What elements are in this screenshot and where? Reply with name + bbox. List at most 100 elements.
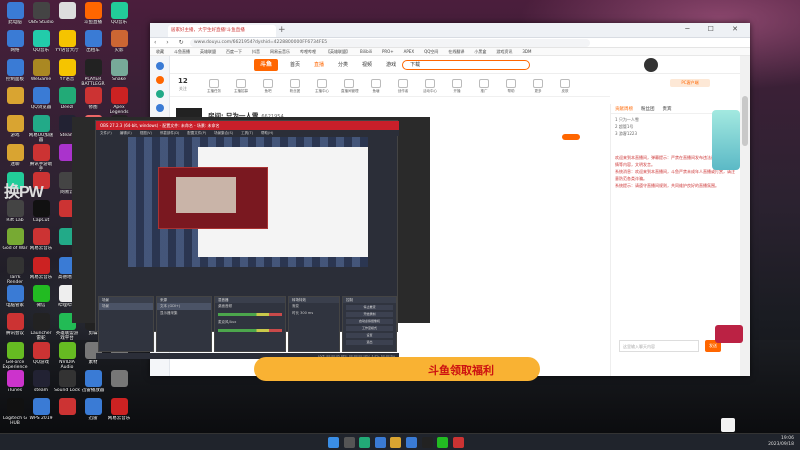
favorite-link[interactable]: 斗鱼直播 — [174, 49, 190, 55]
favorite-link[interactable]: Bilibili — [360, 49, 372, 54]
url-input[interactable]: www.douyu.com/6621954?dyshid=4228800000F… — [190, 39, 590, 47]
feature-item[interactable]: 推广 — [476, 79, 492, 95]
desktop-icon[interactable]: 火影 — [106, 30, 132, 60]
folder-icon[interactable] — [390, 437, 402, 448]
feature-item[interactable]: 开播 — [449, 79, 465, 95]
sidebar-icon[interactable] — [155, 62, 164, 70]
desktop-icon[interactable]: 网易云音乐 — [28, 228, 54, 258]
side-ad-image[interactable] — [712, 110, 740, 170]
desktop-icon[interactable]: Apex Legends — [106, 86, 132, 117]
obs-control-button[interactable]: 设置 — [346, 333, 393, 338]
feature-item[interactable]: 更多 — [530, 79, 546, 95]
desktop-icon[interactable]: 控制面板 — [2, 58, 28, 89]
follow-counter[interactable]: 12 关注 — [178, 77, 188, 93]
obs-icon[interactable] — [421, 437, 433, 448]
obs-menu-item[interactable]: 编辑(E) — [120, 131, 132, 135]
desktop-icon[interactable]: Sound Lock — [54, 369, 80, 400]
desktop-icon[interactable] — [2, 86, 28, 117]
source-item[interactable]: 文本 (GDI+) — [157, 303, 211, 310]
obs-preview[interactable] — [128, 137, 368, 267]
favorite-link[interactable]: 收藏 — [156, 49, 164, 55]
nav-item[interactable]: 视频 — [362, 62, 372, 68]
desktop-icon[interactable]: CapCut — [28, 200, 54, 230]
source-item[interactable]: 显示器采集 — [157, 310, 211, 317]
nav-item[interactable]: 直播 — [314, 62, 324, 68]
desktop-icon[interactable]: 微信 — [28, 285, 54, 315]
desktop-icon[interactable]: Tarrk Render — [2, 256, 28, 287]
desktop-icon[interactable]: 修图 — [80, 86, 106, 117]
desktop-icon[interactable]: God of War — [2, 228, 28, 258]
chat-tab[interactable]: 贡献周榜 — [615, 107, 633, 112]
favorite-link[interactable]: 小黑盒 — [474, 49, 486, 55]
desktop-icon[interactable] — [106, 369, 132, 400]
system-tray[interactable]: 19:06 2023/09/18 — [768, 436, 794, 448]
obs-control-button[interactable]: 启动虚拟摄像机 — [346, 319, 393, 324]
obs-menu-item[interactable]: 帮助(H) — [261, 131, 273, 135]
obs-control-button[interactable]: 开始录制 — [346, 312, 393, 317]
taskbar-app-icon[interactable] — [374, 437, 386, 448]
desktop-icon[interactable]: GeForce Experience — [2, 341, 28, 372]
obs-menu-item[interactable]: 视图(V) — [140, 131, 152, 135]
feature-item[interactable]: 主播招募 — [233, 79, 249, 95]
promo-banner[interactable]: 斗鱼领取福利 — [254, 357, 540, 381]
desktop-icon[interactable]: 此电脑 — [2, 2, 28, 32]
desktop-icon[interactable]: 腾讯会议 — [2, 313, 28, 343]
desktop-icon[interactable]: QQ音乐 — [28, 30, 54, 60]
obs-menu-item[interactable]: 停靠部件(D) — [160, 131, 179, 135]
obs-control-button[interactable]: 停止推流 — [346, 305, 393, 310]
desktop-icon[interactable]: WeGame — [28, 58, 54, 89]
favorite-link[interactable]: 英雄联盟 — [200, 49, 216, 55]
sidebar-icon[interactable] — [155, 90, 164, 98]
desktop-icon[interactable]: 出租车 — [80, 30, 106, 60]
favorite-link[interactable]: 3DM — [522, 49, 531, 54]
scene-item[interactable]: 场景 — [99, 303, 153, 310]
desktop-icon[interactable]: Snake — [106, 58, 132, 89]
desktop-icon[interactable]: OBS Studio — [28, 2, 54, 32]
follow-button[interactable] — [562, 134, 580, 140]
favorite-link[interactable]: 抖音 — [252, 49, 260, 55]
start-icon[interactable] — [328, 437, 339, 448]
desktop-icon[interactable]: 迅雷播放器 — [80, 369, 106, 400]
desktop-icon[interactable] — [54, 398, 80, 428]
desktop-icon[interactable] — [54, 2, 80, 32]
desktop-icon[interactable]: Rift Lab — [2, 200, 28, 230]
desktop-icon[interactable]: Logitech G HUB — [2, 398, 28, 428]
feature-item[interactable]: 鱼塘 — [368, 79, 384, 95]
feature-item[interactable]: 直播间管理 — [341, 79, 359, 95]
feature-item[interactable]: 主播中心 — [314, 79, 330, 95]
feature-item[interactable]: 主播任务 — [206, 79, 222, 95]
pc-client-button[interactable]: PC客户端 — [670, 79, 710, 87]
taskbar-app-icon[interactable] — [359, 437, 371, 448]
obs-control-button[interactable]: 工作室模式 — [346, 326, 393, 331]
desktop-icon[interactable]: iTunes — [2, 369, 28, 400]
taskbar-app-icon[interactable] — [405, 437, 417, 448]
tray-widget[interactable] — [721, 418, 735, 432]
favorite-link[interactable]: 百度一下 — [226, 49, 242, 55]
feature-item[interactable]: 鱼吧 — [260, 79, 276, 95]
user-avatar[interactable] — [644, 58, 658, 72]
favorite-link[interactable]: 【英雄联盟】 — [326, 49, 350, 55]
desktop-icon[interactable]: 网易UU加速器 — [28, 115, 54, 145]
favorite-link[interactable]: 网易云音乐 — [270, 49, 290, 55]
favorite-link[interactable]: 游戏资讯 — [496, 49, 512, 55]
sidebar-icon[interactable] — [155, 76, 164, 84]
desktop-icon[interactable]: Deezl — [54, 86, 80, 117]
desktop-icon[interactable]: 网络 — [2, 30, 28, 60]
desktop-icon[interactable]: 斗鱼直播 — [80, 2, 106, 32]
desktop-icon[interactable]: WPS 2019 — [28, 398, 54, 428]
douyu-logo[interactable]: 斗鱼 — [254, 59, 278, 71]
feature-item[interactable]: 创作者 — [395, 79, 411, 95]
obs-menu-item[interactable]: 配置文件(P) — [187, 131, 206, 135]
desktop-icon[interactable]: YY语音大厅 — [54, 30, 80, 60]
obs-menu-item[interactable]: 工具(T) — [241, 131, 253, 135]
favorite-link[interactable]: QQ空间 — [424, 49, 438, 55]
favorite-link[interactable]: PRO+ — [382, 49, 394, 54]
scrollbar-thumb[interactable] — [742, 96, 748, 146]
desktop-icon[interactable]: 迅雷 — [80, 398, 106, 428]
transition-select[interactable]: 渐变 — [289, 303, 339, 310]
desktop-icon[interactable]: 网易云音乐 — [28, 256, 54, 287]
desktop-icon[interactable]: QQ音乐 — [106, 2, 132, 32]
window-controls[interactable]: ─ ☐ ✕ — [685, 25, 746, 33]
favorite-link[interactable]: APEX — [404, 49, 414, 54]
chat-input[interactable]: 这里输入聊天内容 — [619, 340, 699, 352]
